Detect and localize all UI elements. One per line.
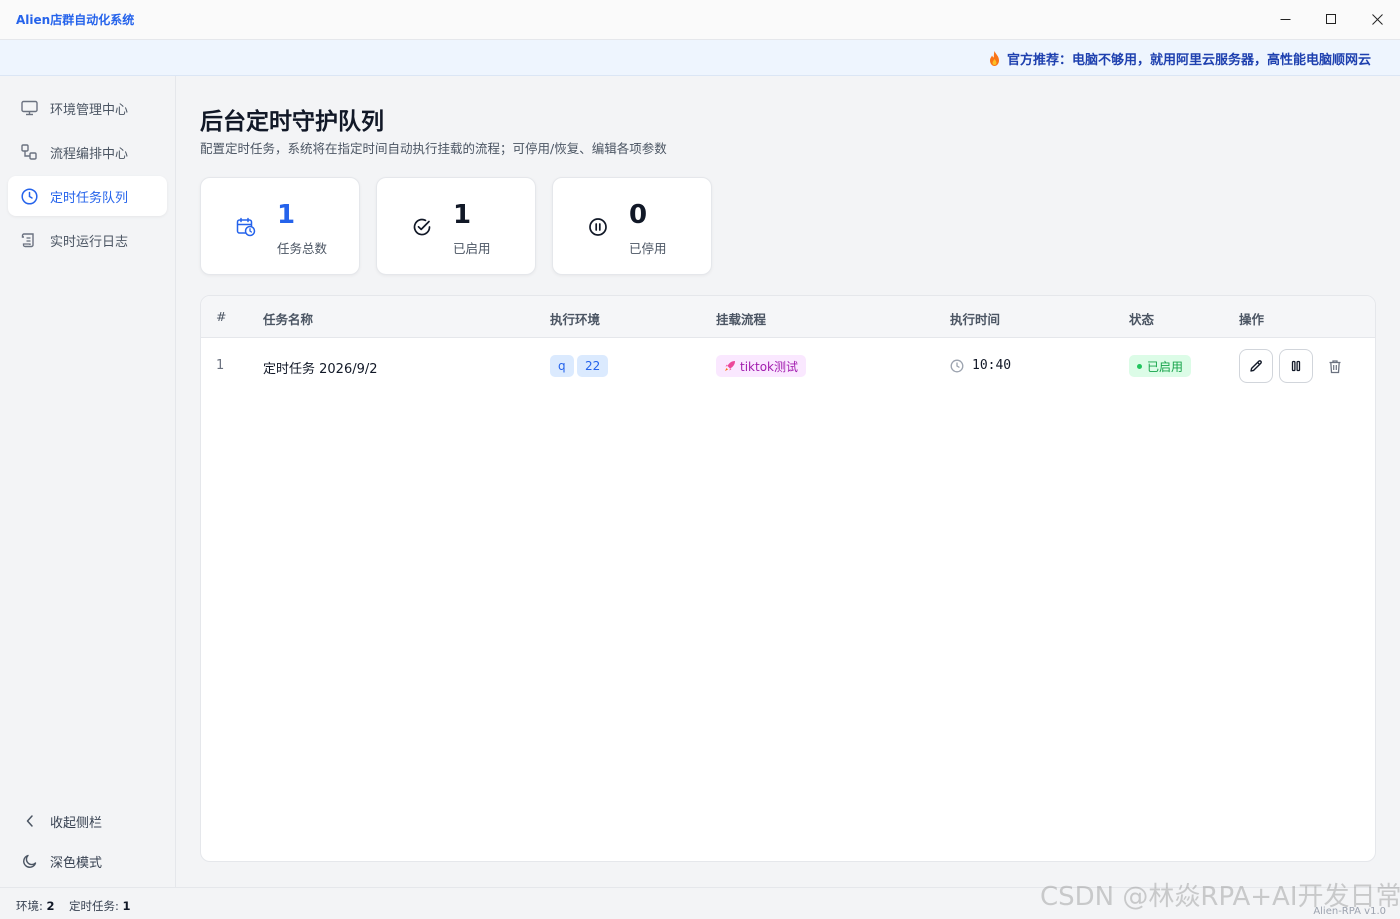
status-text: 已启用 bbox=[1147, 359, 1184, 374]
flow-name: tiktok测试 bbox=[740, 359, 798, 374]
calendar-clock-icon bbox=[235, 216, 257, 238]
close-icon bbox=[1371, 14, 1383, 25]
stat-label: 已启用 bbox=[453, 241, 491, 256]
env-count-status: 环境: 2 bbox=[16, 898, 55, 914]
table-header: # 任务名称 执行环境 挂载流程 执行时间 状态 操作 bbox=[201, 296, 1375, 338]
status-dot bbox=[1137, 363, 1142, 369]
app-title: Alien店群自动化系统 bbox=[16, 13, 135, 27]
sidebar-item-label: 流程编排中心 bbox=[50, 146, 129, 162]
window-controls bbox=[1262, 0, 1400, 40]
scroll-icon bbox=[20, 231, 38, 249]
stat-label: 已停用 bbox=[629, 241, 667, 256]
sidebar-item-env[interactable]: 环境管理中心 bbox=[8, 88, 167, 128]
close-button[interactable] bbox=[1354, 0, 1400, 40]
page-subtitle: 配置定时任务，系统将在指定时间自动执行挂载的流程；可停用/恢复、编辑各项参数 bbox=[200, 141, 667, 156]
workflow-icon bbox=[20, 143, 38, 161]
sidebar: 环境管理中心 流程编排中心 定时任务队列 实时运行日志 收起侧栏 深色模式 bbox=[0, 76, 176, 887]
env-count-value: 2 bbox=[46, 899, 55, 913]
column-header-time: 执行时间 bbox=[950, 312, 1001, 327]
chevron-left-icon bbox=[22, 813, 38, 829]
stat-card-disabled: 0 已停用 bbox=[552, 177, 712, 275]
stat-value: 1 bbox=[277, 200, 296, 230]
sidebar-item-label: 定时任务队列 bbox=[50, 190, 129, 206]
env-tag: q bbox=[550, 355, 574, 377]
minimize-icon bbox=[1280, 19, 1290, 20]
collapse-label: 收起侧栏 bbox=[50, 815, 103, 831]
pause-circle-icon bbox=[587, 216, 609, 238]
column-header-flow: 挂载流程 bbox=[716, 312, 767, 327]
exec-time: 10:40 bbox=[950, 358, 1011, 373]
pause-icon bbox=[1291, 360, 1301, 372]
dark-mode-label: 深色模式 bbox=[50, 855, 103, 871]
clock-icon bbox=[20, 187, 38, 205]
stat-card-enabled: 1 已启用 bbox=[376, 177, 536, 275]
status-badge: 已启用 bbox=[1129, 355, 1192, 377]
task-name: 定时任务 2026/9/2 bbox=[263, 362, 378, 377]
page-title: 后台定时守护队列 bbox=[200, 109, 384, 135]
banner-text: 官方推荐：电脑不够用，就用阿里云服务器，高性能电脑顺网云 bbox=[1007, 52, 1372, 68]
title-bar: Alien店群自动化系统 bbox=[0, 0, 1400, 40]
maximize-icon bbox=[1325, 14, 1336, 24]
sidebar-item-logs[interactable]: 实时运行日志 bbox=[8, 220, 167, 260]
stat-card-total: 1 任务总数 bbox=[200, 177, 360, 275]
rocket-icon bbox=[724, 360, 736, 372]
env-count-label: 环境: bbox=[16, 899, 43, 913]
task-count-label: 定时任务: bbox=[69, 899, 119, 913]
stat-value: 1 bbox=[453, 200, 472, 230]
time-value: 10:40 bbox=[972, 358, 1012, 373]
sidebar-item-workflow[interactable]: 流程编排中心 bbox=[8, 132, 167, 172]
pencil-icon bbox=[1250, 360, 1262, 372]
pause-button[interactable] bbox=[1279, 349, 1313, 383]
clock-icon bbox=[950, 359, 964, 373]
check-circle-icon bbox=[411, 216, 433, 238]
monitor-icon bbox=[20, 99, 38, 117]
sidebar-item-label: 环境管理中心 bbox=[50, 102, 129, 118]
stat-label: 任务总数 bbox=[277, 241, 328, 256]
flow-tag: tiktok测试 bbox=[716, 355, 806, 377]
watermark: CSDN @林焱RPA+AI开发日常 bbox=[1040, 882, 1400, 912]
promo-banner[interactable]: 官方推荐：电脑不够用，就用阿里云服务器，高性能电脑顺网云 bbox=[0, 40, 1400, 76]
sidebar-item-label: 实时运行日志 bbox=[50, 234, 129, 250]
column-header-index: # bbox=[216, 309, 227, 324]
sidebar-item-schedule[interactable]: 定时任务队列 bbox=[8, 176, 167, 216]
trash-icon bbox=[1329, 359, 1341, 373]
minimize-button[interactable] bbox=[1262, 0, 1308, 40]
dark-mode-button[interactable]: 深色模式 bbox=[8, 843, 167, 879]
moon-icon bbox=[22, 853, 38, 869]
maximize-button[interactable] bbox=[1308, 0, 1354, 40]
column-header-status: 状态 bbox=[1129, 312, 1155, 327]
env-tag: 22 bbox=[577, 355, 609, 377]
task-table: # 任务名称 执行环境 挂载流程 执行时间 状态 操作 1 定时任务 2026/… bbox=[200, 295, 1376, 862]
task-count-status: 定时任务: 1 bbox=[69, 898, 131, 914]
edit-button[interactable] bbox=[1239, 349, 1273, 383]
table-row: 1 定时任务 2026/9/2 q 22 tiktok测试 10:40 已启用 bbox=[201, 338, 1375, 396]
column-header-env: 执行环境 bbox=[550, 312, 601, 327]
delete-button[interactable] bbox=[1326, 357, 1344, 375]
collapse-sidebar-button[interactable]: 收起侧栏 bbox=[8, 803, 167, 839]
column-header-actions: 操作 bbox=[1239, 312, 1265, 327]
column-header-name: 任务名称 bbox=[263, 312, 314, 327]
row-index: 1 bbox=[216, 358, 225, 373]
stat-value: 0 bbox=[629, 200, 648, 230]
task-count-value: 1 bbox=[122, 899, 131, 913]
fire-icon bbox=[988, 50, 1001, 66]
